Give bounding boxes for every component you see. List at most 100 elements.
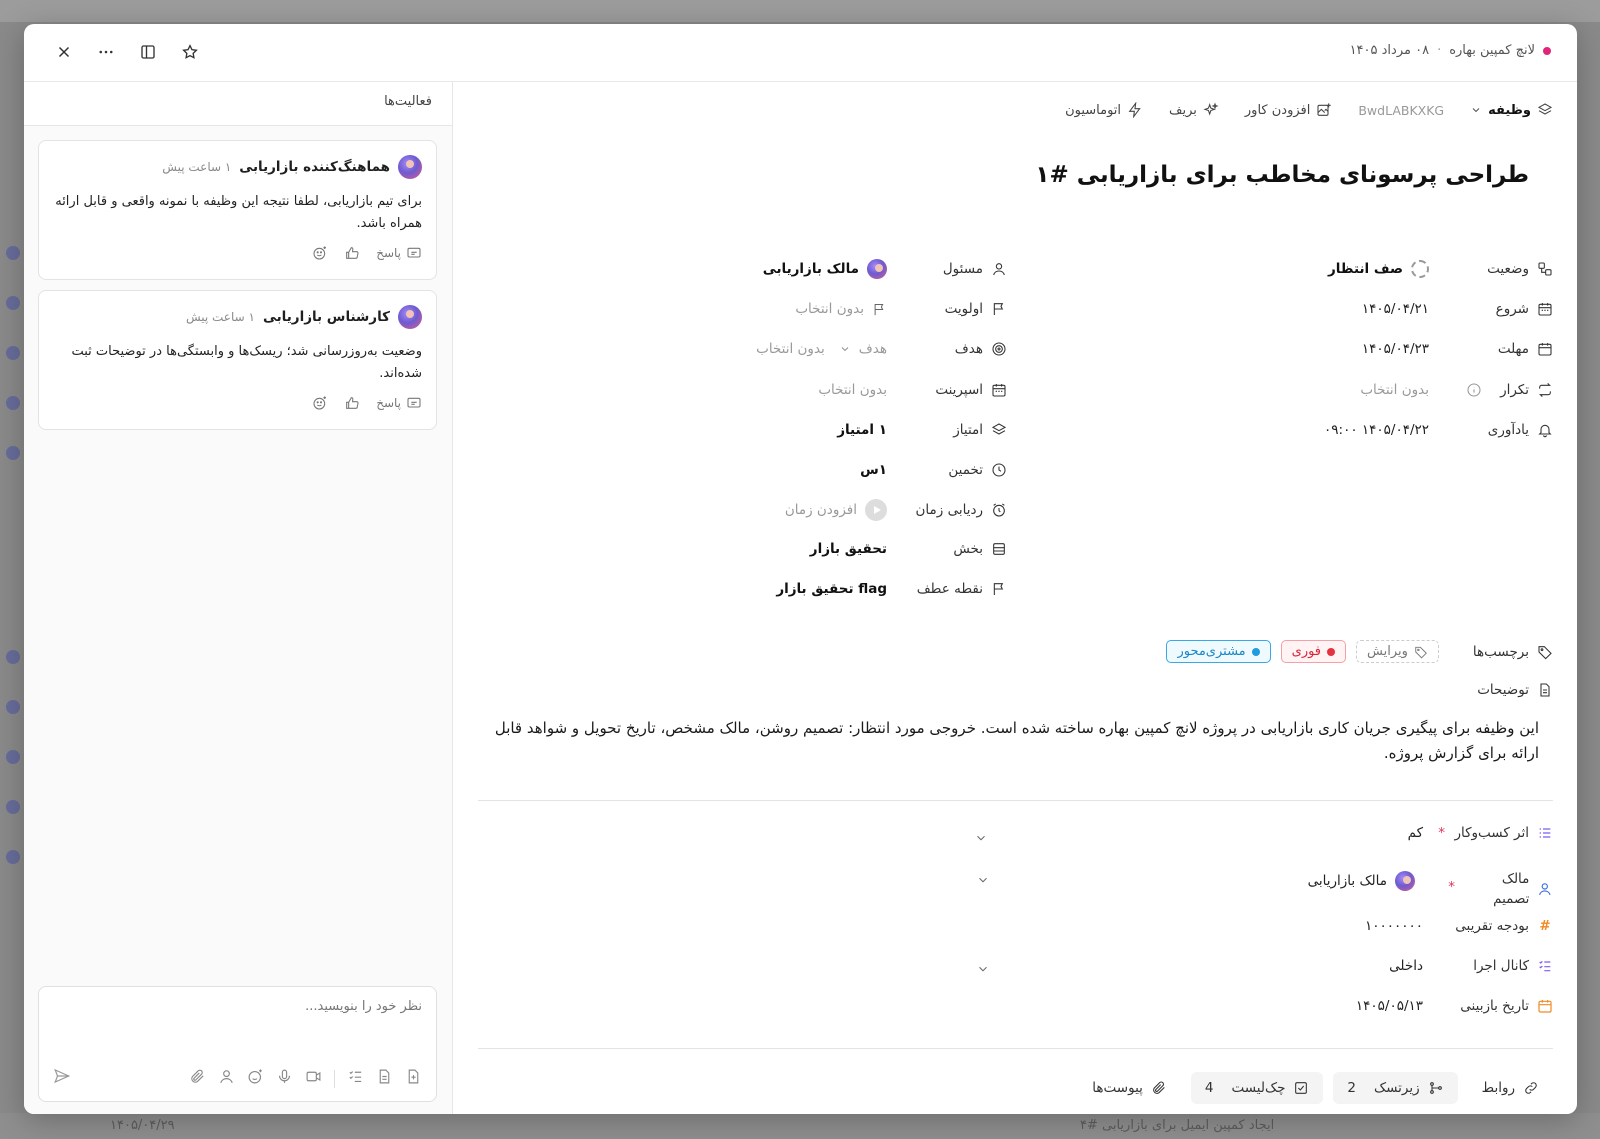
reply-button[interactable]: پاسخ [376,395,422,411]
reply-button[interactable]: پاسخ [376,245,422,261]
custom-field-label: کانال اجرا [1473,958,1529,974]
add-cover-button[interactable]: افزودن کاور [1245,102,1332,118]
avatar [867,259,887,279]
prop-repeat[interactable]: تکرار بدون انتخاب [1053,375,1553,405]
reply-label: پاسخ [376,396,401,410]
attach-icon[interactable] [189,1068,206,1089]
status-pending-icon [1411,260,1429,278]
prop-time-tracking-label: ردیابی زمان [915,502,983,518]
add-reaction-icon[interactable] [312,245,328,261]
image-add-icon [1317,103,1332,116]
sidebar-toggle-icon[interactable] [134,38,162,66]
background-row-date: ۱۴۰۵/۰۴/۲۹ [110,1118,175,1133]
comment-author: هماهنگ‌کننده بازاریابی [239,159,390,175]
prop-priority[interactable]: اولویت بدون انتخاب [527,294,1007,324]
custom-field-channel[interactable]: کانال اجرا داخلی [478,958,1553,992]
like-icon[interactable] [344,395,360,411]
description-header: توضیحات [1477,682,1553,698]
close-icon[interactable] [50,38,78,66]
tag-color-dot [1251,647,1260,656]
prop-points[interactable]: امتیاز ۱ امتیاز [527,415,1007,445]
prop-estimate[interactable]: تخمین ۱س [527,455,1007,485]
custom-field-value: ۱۰۰۰۰۰۰۰ [1364,918,1423,934]
task-code[interactable]: BwdLABKXKG [1358,103,1444,118]
prop-goal[interactable]: هدف هدف بدون انتخاب [527,334,1007,364]
task-type-select[interactable]: وظیفه [1470,102,1553,118]
automation-button[interactable]: اتوماسیون [1065,102,1143,118]
attachments-button[interactable]: پیوست‌ها [1078,1072,1181,1104]
prop-milestone-label: نقطه عطف [916,581,983,597]
checklist-count: 4 [1204,1080,1214,1096]
checklist-button[interactable]: چک‌لیست 4 [1190,1072,1324,1104]
task-bottom-bar: روابط زیرتسک 2 چک‌لیست 4 پیوست‌ها [1078,1072,1553,1104]
brief-label: بریف [1169,102,1197,118]
custom-field-review-date[interactable]: تاریخ بازبینی ۱۴۰۵/۰۵/۱۳ [478,998,1553,1032]
comment-input[interactable] [53,999,422,1014]
relations-button[interactable]: روابط [1468,1072,1553,1104]
send-icon[interactable] [53,1067,71,1089]
sparkles-icon [1203,102,1219,116]
custom-field-value: ۱۴۰۵/۰۵/۱۳ [1355,998,1423,1014]
chevron-down-icon[interactable] [976,962,990,980]
play-icon[interactable] [865,499,887,521]
calendar-icon [992,384,1006,397]
layers-icon [1537,103,1553,115]
custom-field-business-impact[interactable]: اثر کسب‌وکار * کم [478,825,1553,859]
repeat-icon [1539,382,1551,398]
custom-field-decision-owner[interactable]: مالک تصمیم * مالک بازاریابی [478,869,1553,913]
more-options-icon[interactable] [92,38,120,66]
add-reaction-icon[interactable] [312,395,328,411]
flag-icon [993,583,1004,595]
attach-icon [1153,1081,1165,1094]
prop-start-date[interactable]: شروع ۱۴۰۵/۰۴/۲۱ [1053,294,1553,324]
star-icon[interactable] [176,38,204,66]
document-icon[interactable] [376,1068,393,1089]
prop-due-label: مهلت [1497,341,1529,357]
emoji-icon[interactable] [247,1068,264,1089]
prop-priority-label: اولویت [944,301,983,317]
breadcrumb-project[interactable]: لانچ کمپین بهاره [1449,43,1535,58]
brief-button[interactable]: بریف [1169,102,1219,118]
background-app-header [0,0,1600,22]
new-file-icon[interactable] [405,1068,422,1089]
prop-section[interactable]: بخش تحقیق بازار [527,534,1007,564]
background-avatar [6,296,20,310]
prop-sprint[interactable]: اسپرینت بدون انتخاب [527,375,1007,405]
checklist-icon[interactable] [347,1068,364,1089]
tags-label: برچسب‌ها [1472,643,1529,660]
prop-status-label: وضعیت [1487,261,1529,277]
tag-customer-centric[interactable]: مشتری‌محور [1166,640,1271,663]
chevron-down-icon[interactable] [976,873,990,891]
custom-field-budget[interactable]: # بودجه تقریبی ۱۰۰۰۰۰۰۰ [478,918,1553,952]
prop-milestone[interactable]: نقطه عطف flag تحقیق بازار [527,574,1007,604]
prop-status[interactable]: وضعیت صف انتظار [1053,254,1553,284]
prop-points-value: ۱ امتیاز [837,422,887,438]
attachments-label: پیوست‌ها [1092,1080,1143,1096]
prop-repeat-value: بدون انتخاب [1360,382,1429,398]
edit-tags-button[interactable]: ویرایش [1356,640,1439,663]
tag-urgent-label: فوری [1291,644,1322,659]
prop-time-tracking[interactable]: ردیابی زمان افزودن زمان [527,495,1007,525]
prop-milestone-value: flag تحقیق بازار [776,581,887,597]
goal-select-label[interactable]: هدف [859,341,887,357]
prop-due-date[interactable]: مهلت ۱۴۰۵/۰۴/۲۳ [1053,334,1553,364]
add-cover-label: افزودن کاور [1244,102,1311,118]
checklist-icon [1539,960,1551,972]
flag-icon [993,303,1004,315]
avatar [1395,871,1415,891]
comment-text: برای تیم بازاریابی، لطفا نتیجه این وظیفه… [55,194,422,231]
like-icon[interactable] [344,245,360,261]
mention-user-icon[interactable] [218,1068,235,1089]
chevron-down-icon[interactable] [974,831,988,849]
subtasks-button[interactable]: زیرتسک 2 [1333,1072,1458,1104]
tag-urgent[interactable]: فوری [1280,640,1347,663]
description-text[interactable]: این وظیفه برای پیگیری جریان کاری بازاریا… [494,716,1539,766]
background-row-title: ایجاد کمپین ایمیل برای بازاریابی #۴ [1080,1118,1275,1133]
task-title[interactable]: طراحی پرسونای مخاطب برای بازاریابی #۱ [1035,162,1529,188]
background-avatar [6,446,20,460]
microphone-icon[interactable] [276,1068,293,1089]
prop-reminder[interactable]: یادآوری ۱۴۰۵/۰۴/۲۲ ۰۹:۰۰ [1053,415,1553,445]
prop-assignee[interactable]: مسئول مالک بازاریابی [527,254,1007,284]
video-icon[interactable] [305,1068,322,1089]
task-detail-modal: لانچ کمپین بهاره · ۰۸ مرداد ۱۴۰۵ فعالیت‌… [24,24,1577,1114]
